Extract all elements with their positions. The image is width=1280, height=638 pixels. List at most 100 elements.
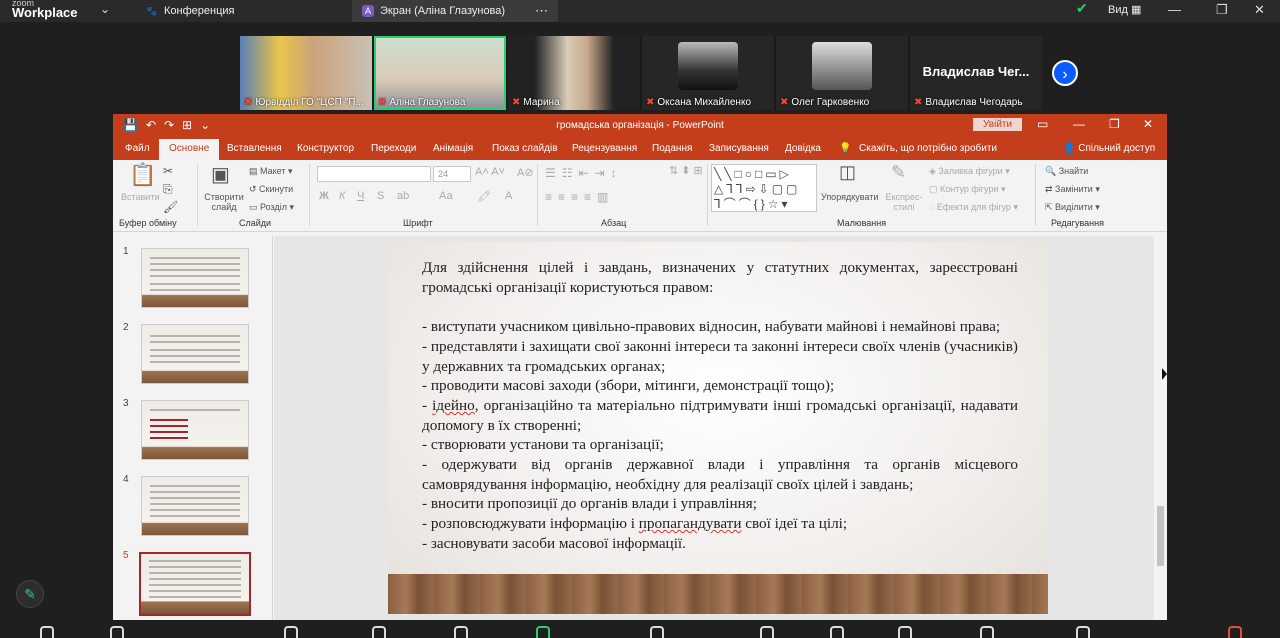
reset-button[interactable]: ↺ Скинути	[249, 184, 293, 195]
slide-thumbnail[interactable]	[141, 324, 249, 384]
group-drawing-label: Малювання	[837, 218, 887, 228]
whiteboard-icon[interactable]	[898, 626, 912, 638]
ribbon-display-icon[interactable]: ▭	[1037, 117, 1048, 131]
shield-check-icon[interactable]: ✔	[1076, 0, 1088, 17]
find-button[interactable]: 🔍 Знайти	[1045, 166, 1088, 177]
select-button[interactable]: ⇱ Виділити ▾	[1045, 202, 1100, 213]
font-name-field[interactable]	[317, 166, 431, 182]
chevron-down-icon[interactable]: ⌄	[100, 2, 110, 16]
participant-tile[interactable]: ✖ Оксана Михайленко	[642, 36, 774, 110]
tab-home[interactable]: Основне	[159, 139, 220, 160]
format-painter-icon[interactable]: 🖌	[163, 200, 178, 214]
participant-name: ✖ Олег Гарковенко	[780, 97, 870, 108]
participants-strip: ✖ Юрвідділ ГО "ЦСП "П... ✖ Аліна Глазунова…	[240, 36, 1042, 110]
next-participants-icon[interactable]: ›	[1052, 60, 1078, 86]
list-icons[interactable]: ☰☷⇤⇥↕	[545, 166, 623, 180]
bold-button[interactable]: Ж	[319, 190, 329, 202]
copy-icon[interactable]: ⎘	[163, 182, 173, 197]
annotate-pencil-icon[interactable]: ✎	[16, 580, 44, 608]
react-icon[interactable]	[454, 626, 468, 638]
change-case-button[interactable]: Аа	[439, 190, 453, 202]
italic-button[interactable]: К	[339, 190, 345, 202]
apps-icon[interactable]	[760, 626, 774, 638]
tab-slideshow[interactable]: Показ слайдів	[492, 143, 558, 154]
quick-styles-button[interactable]: Експрес-стилі	[883, 192, 925, 212]
grow-font-icon[interactable]: A˄ A˅	[475, 166, 505, 178]
tab-design[interactable]: Конструктор	[297, 143, 354, 154]
shape-outline-button[interactable]: ▢ Контур фігури ▾	[929, 184, 1006, 195]
participants-icon[interactable]	[284, 626, 298, 638]
participant-tile[interactable]: ✖ Юрвідділ ГО "ЦСП "П...	[240, 36, 372, 110]
layout-button[interactable]: ▤ Макет ▾	[249, 166, 293, 177]
mic-icon[interactable]	[40, 626, 54, 638]
slide-thumbnail[interactable]	[141, 476, 249, 536]
participant-tile[interactable]: Владислав Чег... ✖ Владислав Чегодарь	[910, 36, 1042, 110]
minimize-icon[interactable]: —	[1168, 2, 1181, 17]
paste-icon[interactable]: 📋	[129, 162, 156, 188]
share-screen-icon[interactable]	[536, 626, 550, 638]
shape-effects-button[interactable]: ◌ Ефекти для фігур ▾	[929, 202, 1018, 213]
paste-button[interactable]: Вставити	[121, 192, 160, 202]
new-slide-icon[interactable]: ▣	[211, 162, 230, 187]
chat-icon[interactable]	[372, 626, 386, 638]
tab-file[interactable]: Файл	[125, 143, 150, 154]
close-icon[interactable]: ✕	[1143, 117, 1153, 131]
tab-recording[interactable]: Записування	[709, 143, 769, 154]
scrollbar-thumb[interactable]	[1157, 506, 1164, 566]
replace-button[interactable]: ⇄ Замінити ▾	[1045, 184, 1100, 195]
notes-icon[interactable]	[980, 626, 994, 638]
ribbon: 📋 Вставити ✂ ⎘ 🖌 Буфер обміну ▣ Створити…	[113, 160, 1167, 232]
slide-thumbnail-selected[interactable]	[139, 552, 251, 616]
mic-muted-icon: ✖	[780, 97, 789, 108]
clear-format-icon[interactable]: A⊘	[517, 166, 534, 179]
participant-tile[interactable]: ✖ Олег Гарковенко	[776, 36, 908, 110]
vertical-scrollbar[interactable]	[1154, 236, 1167, 620]
underline-button[interactable]: Ч	[357, 190, 364, 202]
tab-animations[interactable]: Анімація	[433, 143, 473, 154]
maximize-icon[interactable]: ❐	[1109, 117, 1120, 131]
minimize-icon[interactable]: —	[1073, 117, 1085, 131]
record-icon[interactable]	[830, 626, 844, 638]
tab-help[interactable]: Довідка	[785, 143, 821, 154]
char-spacing-icon[interactable]: ab	[397, 190, 409, 202]
arrange-icon[interactable]: ◫	[839, 162, 856, 183]
end-call-icon[interactable]	[1228, 626, 1242, 638]
highlight-icon[interactable]: 🖍	[477, 190, 491, 203]
more-icon[interactable]	[1076, 626, 1090, 638]
align-icons[interactable]: ≡≡≡≡▥	[545, 190, 614, 204]
tab-insert[interactable]: Вставлення	[227, 143, 282, 154]
new-slide-button[interactable]: Створити слайд	[203, 192, 245, 212]
arrange-button[interactable]: Упорядкувати	[821, 192, 878, 202]
quick-styles-icon[interactable]: ✎	[891, 162, 906, 183]
section-button[interactable]: ▭ Розділ ▾	[249, 202, 294, 213]
tab-transitions[interactable]: Переходи	[371, 143, 416, 154]
participant-tile[interactable]: ✖ Марина	[508, 36, 640, 110]
slide-canvas[interactable]: Для здійснення цілей і завдань, визначен…	[388, 242, 1048, 614]
font-size-field[interactable]: 24	[433, 166, 471, 182]
cut-icon[interactable]: ✂	[163, 164, 173, 178]
summary-icon[interactable]	[650, 626, 664, 638]
shapes-gallery[interactable]: ╲╲□○□▭▷ △⅂⅂⇨⇩▢▢ ⅂⌒⌒{}☆▾	[711, 164, 817, 212]
more-icon[interactable]: ⋯	[535, 3, 548, 19]
tab-review[interactable]: Рецензування	[572, 143, 637, 154]
view-button[interactable]: Вид ▦	[1108, 3, 1141, 16]
participant-tile-active[interactable]: ✖ Аліна Глазунова	[374, 36, 506, 110]
shape-fill-button[interactable]: ◈ Заливка фігури ▾	[929, 166, 1010, 177]
tab-view[interactable]: Подання	[652, 143, 692, 154]
close-icon[interactable]: ✕	[1254, 2, 1265, 18]
slide-thumbnail[interactable]	[141, 248, 249, 308]
slide-thumbnail[interactable]	[141, 400, 249, 460]
thumb-number: 3	[123, 398, 129, 409]
text-direction-icon[interactable]: ⇅ ⬍ ⊞	[669, 164, 703, 177]
video-icon[interactable]	[110, 626, 124, 638]
slide-paragraph: - проводити масові заходи (збори, мітинг…	[422, 377, 835, 395]
tab-conference[interactable]: 🐾 Конференция	[136, 0, 348, 22]
signin-button[interactable]: Увійти	[973, 118, 1023, 131]
font-color-icon[interactable]: A	[505, 190, 512, 202]
maximize-icon[interactable]: ❐	[1216, 2, 1228, 18]
share-button[interactable]: 👤 Спільний доступ	[1063, 143, 1155, 154]
tell-me-search[interactable]: Скажіть, що потрібно зробити	[859, 143, 997, 154]
strikethrough-button[interactable]: S	[377, 190, 384, 202]
tab-screen-share[interactable]: A Экран (Аліна Глазунова) ⋯	[352, 0, 558, 22]
slide-text-box[interactable]: Для здійснення цілей і завдань, визначен…	[422, 258, 1018, 554]
